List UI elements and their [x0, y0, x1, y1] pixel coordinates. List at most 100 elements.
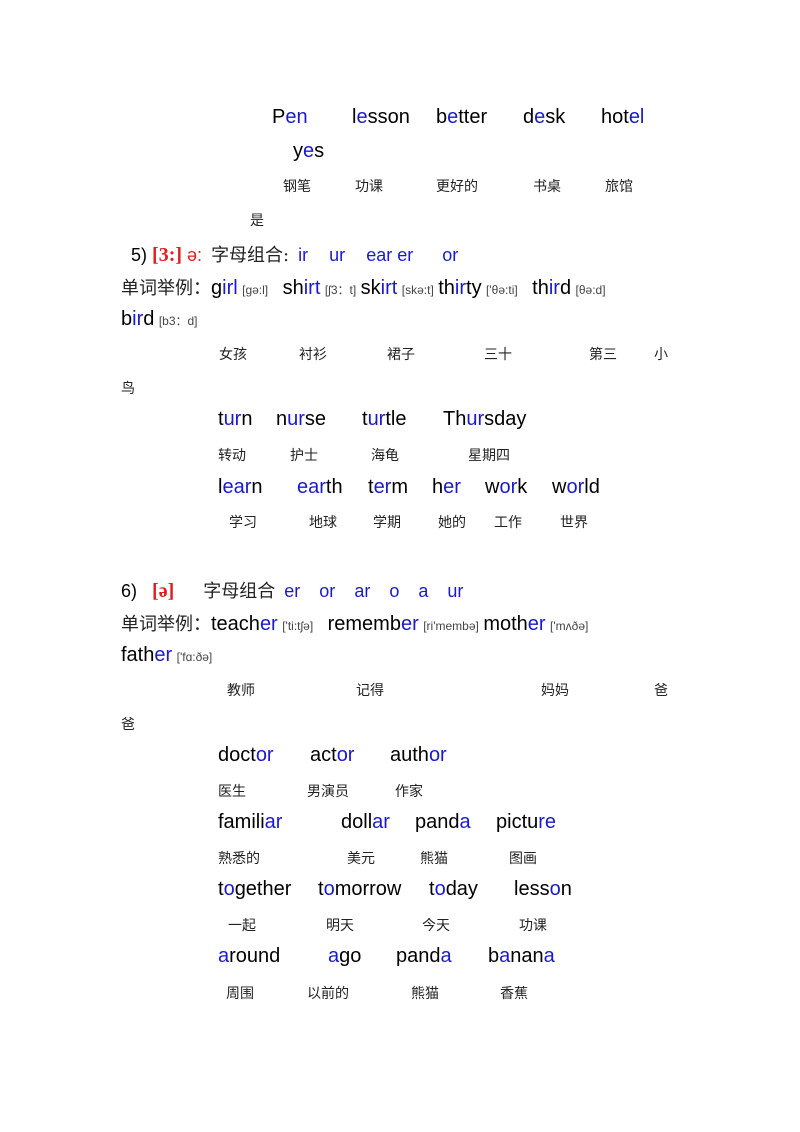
word-letters: th [438, 277, 455, 299]
meaning: 熊猫 [420, 851, 448, 867]
meaning: 工作 [494, 515, 522, 531]
combo: ar [354, 581, 371, 601]
ipa: [gə:l] [242, 283, 269, 297]
word-letters: less [514, 878, 550, 900]
example-mother: mother [483, 613, 545, 635]
section-5-heading: 5) [3:] ə: 字母组合: ir ur ear er or [131, 241, 458, 267]
ipa: [skə:t] [401, 283, 434, 297]
section-6-examples-cont: father ['fɑ:ðə] [121, 644, 212, 667]
ipa: [θə:d] [575, 283, 606, 297]
meaning: 她的 [438, 515, 466, 531]
meaning: 熊猫 [411, 986, 439, 1002]
section-number: 6) [121, 581, 138, 601]
word-letters: n [560, 878, 572, 900]
meaning: 今天 [422, 918, 450, 934]
highlighted-letters: ur [223, 408, 242, 430]
highlighted-letters: o [549, 878, 561, 900]
word-desk: desk [523, 106, 565, 129]
highlighted-letters: e [447, 106, 459, 128]
word-letters: doll [341, 811, 373, 833]
meaning: 学习 [229, 515, 257, 531]
example-skirt: skirt [361, 277, 398, 299]
highlighted-letters: ar [372, 811, 390, 833]
word-letters: m [391, 476, 409, 498]
word-letters: b [436, 106, 448, 128]
word-thursday: Thursday [443, 408, 526, 431]
word-turn: turn [218, 408, 252, 431]
example-girl: girl [211, 277, 238, 299]
combo: ir [298, 245, 309, 265]
word-letters: Th [443, 408, 467, 430]
meaning: 熟悉的 [218, 851, 260, 867]
word-letters: go [339, 945, 362, 967]
word-better: better [436, 106, 487, 129]
word-actor: actor [310, 744, 354, 767]
word-letters: teach [211, 613, 260, 635]
section-5-examples-cont: bird [b3：d] [121, 308, 198, 331]
word-letters: sk [545, 106, 566, 128]
combo: ur [447, 581, 464, 601]
highlighted-letters: or [499, 476, 518, 498]
highlighted-letters: el [628, 106, 645, 128]
highlighted-letters: ir [454, 277, 467, 299]
meaning: 医生 [218, 784, 246, 800]
word-letters: s [314, 140, 325, 162]
meaning: 女孩 [219, 347, 247, 363]
ipa: ['θə:ti] [486, 283, 518, 297]
meaning: 美元 [347, 851, 375, 867]
combo: ur [329, 245, 346, 265]
combo: a [418, 581, 429, 601]
word-letters: sk [360, 277, 381, 299]
meaning: 记得 [356, 683, 384, 699]
word-hotel: hotel [601, 106, 644, 129]
word-letters: th [532, 277, 549, 299]
meaning: 星期四 [468, 448, 510, 464]
meaning: 护士 [290, 448, 318, 464]
meaning: 香蕉 [500, 986, 528, 1002]
meaning: 世界 [560, 515, 588, 531]
highlighted-letters: en [285, 106, 308, 128]
word-letters: g [211, 277, 223, 299]
meaning: 海龟 [371, 448, 399, 464]
word-yes: yes [293, 140, 324, 163]
word-letters: pand [415, 811, 460, 833]
combo: er [284, 581, 301, 601]
highlighted-letters: er [154, 644, 173, 666]
highlighted-letters: or [255, 744, 274, 766]
word-letters: fath [121, 644, 155, 666]
meaning: 以前的 [307, 986, 349, 1002]
highlighted-letters: ir [548, 277, 560, 299]
word-letters: b [121, 308, 133, 330]
meaning: 功课 [355, 179, 383, 195]
highlighted-letters: ear [297, 476, 326, 498]
word-letters: tle [385, 408, 407, 430]
meaning: 一起 [228, 918, 256, 934]
word-letters: n [276, 408, 288, 430]
meaning: 转动 [218, 448, 246, 464]
word-lesson: lesson [514, 878, 572, 901]
highlighted-letters: er [400, 613, 419, 635]
phoneme-symbol: [3:] [152, 244, 183, 266]
example-father: father [121, 644, 172, 666]
meaning: 学期 [373, 515, 401, 531]
word-letters: y [293, 140, 303, 162]
word-letters: moth [483, 613, 528, 635]
highlighted-letters: ur [367, 408, 386, 430]
highlighted-letters: ur [287, 408, 305, 430]
highlighted-letters: irt [303, 277, 321, 299]
word-letters: n [251, 476, 263, 498]
meaning: 书桌 [533, 179, 561, 195]
meaning: 小 [654, 347, 668, 363]
word-today: today [429, 878, 478, 901]
highlighted-letters: er [527, 613, 546, 635]
word-picture: picture [496, 811, 556, 834]
meaning: 更好的 [436, 179, 478, 195]
word-world: world [552, 476, 600, 499]
highlighted-letters: ear [222, 476, 252, 498]
section-6-examples: 单词举例：teacher ['ti:tʃə] remember [ri'memb… [121, 610, 588, 636]
highlighted-letters: ur [466, 408, 485, 430]
examples-label: 单词举例： [121, 278, 211, 299]
combo-label: 字母组合 [203, 581, 276, 602]
word-letters: d [559, 277, 572, 299]
highlighted-letters: irl [222, 277, 238, 299]
